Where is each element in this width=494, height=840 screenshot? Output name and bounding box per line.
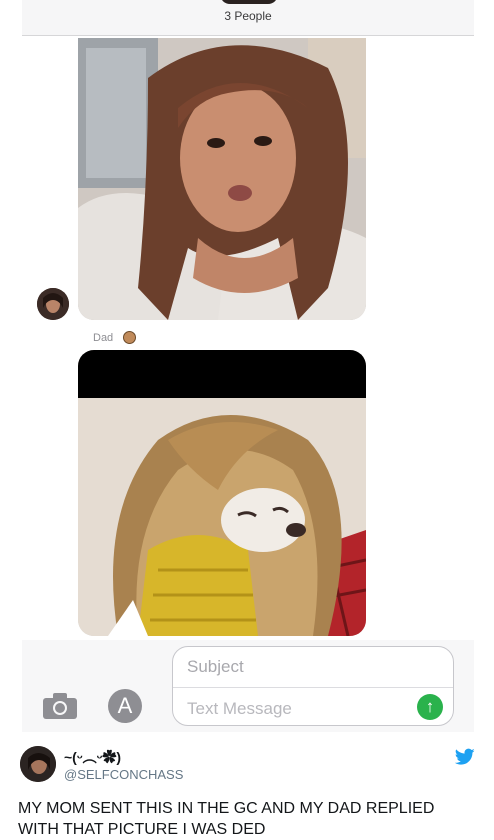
text-message-field[interactable]: Text Message [187,699,292,719]
display-name[interactable]: ~(ᵕ︵ᵕ✿) [64,747,121,767]
subject-field[interactable]: Subject [187,657,244,677]
selfie-photo [78,38,366,320]
appstore-icon[interactable]: A [108,689,142,723]
twitter-bird-icon[interactable] [455,748,475,766]
group-avatars[interactable] [220,0,278,4]
dog-wig-photo [78,350,366,636]
avatar-image [37,288,69,320]
sender-avatar[interactable] [37,288,69,320]
message-field-box: Subject Text Message ↑ [172,646,454,726]
imessage-screenshot: 3 People Dad A Subject Text Message ↑ [22,0,474,732]
tweet-avatar-image [20,746,56,782]
conversation-header: 3 People [22,0,474,36]
tweet-avatar[interactable] [20,746,56,782]
selfie-photo-message[interactable] [78,38,366,320]
sender-emoji-icon [123,331,136,344]
camera-icon[interactable] [42,692,78,720]
field-divider [173,687,453,688]
conversation-title[interactable]: 3 People [22,9,474,23]
user-handle[interactable]: @SELFCONCHASS [64,767,183,782]
dog-photo-message[interactable] [78,350,366,636]
tweet-text: MY MOM SENT THIS IN THE GC AND MY DAD RE… [18,800,435,838]
sender-name: Dad [93,332,114,344]
tweet-footer: ~(ᵕ︵ᵕ✿) @SELFCONCHASS MY MOM SENT THIS I… [0,732,494,840]
compose-bar: A Subject Text Message ↑ [22,640,474,732]
send-arrow-icon[interactable]: ↑ [417,694,443,720]
